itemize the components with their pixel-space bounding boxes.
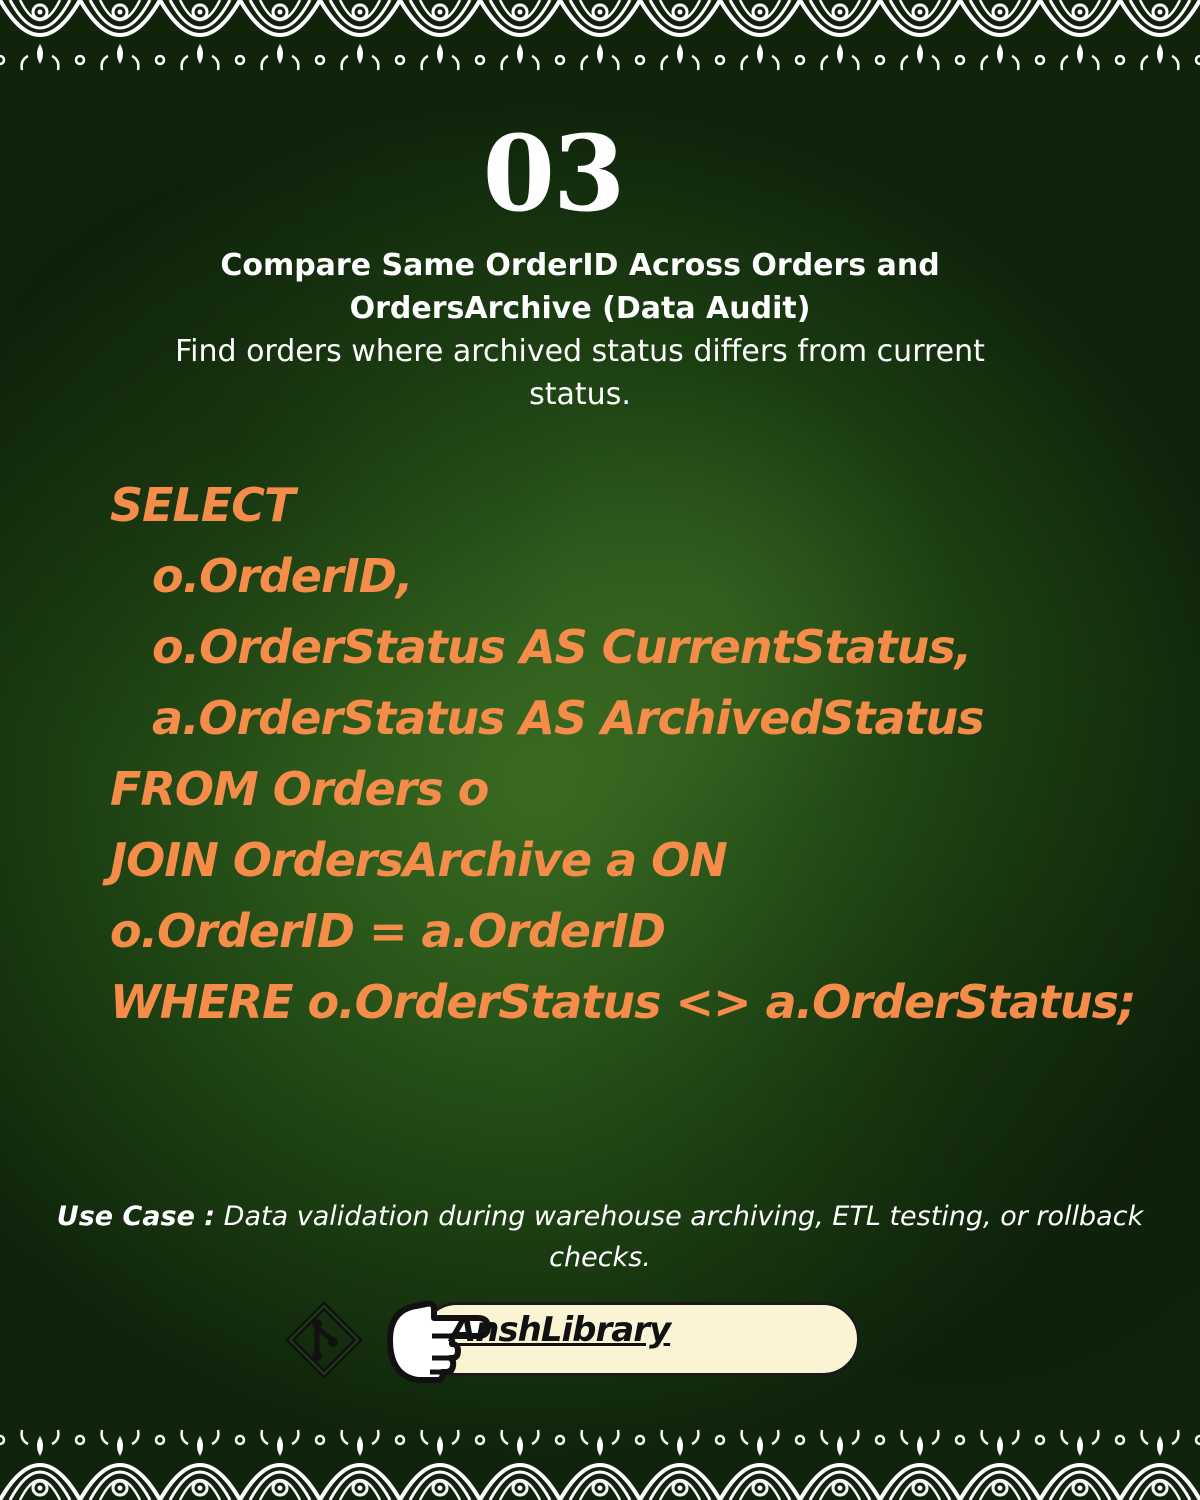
code-line: o.OrderStatus AS CurrentStatus, <box>152 620 972 674</box>
use-case-body: Data validation during warehouse archivi… <box>215 1201 1144 1273</box>
ornamental-border-bottom <box>0 1420 1200 1500</box>
brand-name[interactable]: AnshLibrary <box>430 1310 690 1350</box>
brand-badge[interactable]: AnshLibrary <box>280 1296 880 1386</box>
code-line: WHERE o.OrderStatus <> a.OrderStatus; <box>110 975 1136 1029</box>
git-icon <box>285 1301 363 1379</box>
code-line: a.OrderStatus AS ArchivedStatus <box>152 691 985 745</box>
code-line: SELECT <box>110 478 295 532</box>
code-line: o.OrderID, <box>152 549 413 603</box>
use-case-text: Use Case : Data validation during wareho… <box>20 1196 1180 1278</box>
slide-title: Compare Same OrderID Across Orders and O… <box>220 248 940 326</box>
code-line: FROM Orders o <box>110 762 489 816</box>
use-case-label: Use Case : <box>56 1201 216 1232</box>
slide-subtitle: Find orders where archived status differ… <box>175 334 985 412</box>
code-line: o.OrderID = a.OrderID <box>110 904 666 958</box>
ornamental-border-top <box>0 0 1200 80</box>
code-line: JOIN OrdersArchive a ON <box>110 833 728 887</box>
sql-code-block: SELECT o.OrderID, o.OrderStatus AS Curre… <box>110 470 1170 1038</box>
slide-number: 03 <box>482 112 626 235</box>
